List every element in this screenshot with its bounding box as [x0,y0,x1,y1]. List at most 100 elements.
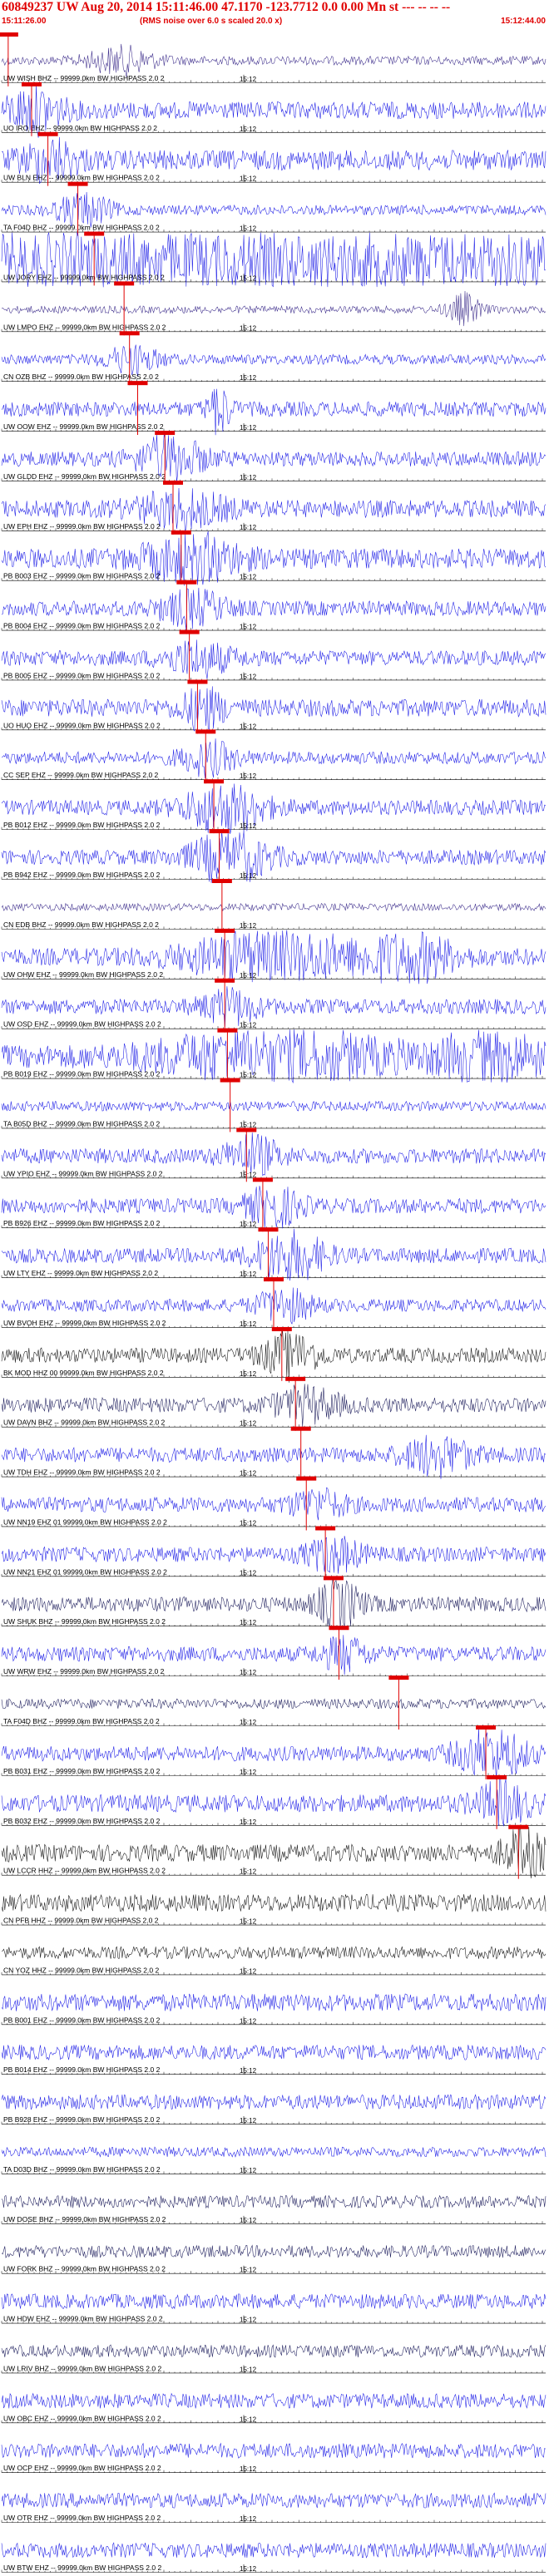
pick-flag [217,1028,238,1033]
minute-tick-label: 15:12 [240,574,257,581]
station-label: UW DOSE BHZ -- 99999.0km BW HIGHPASS 2.0… [3,2215,166,2223]
station-label: PB B004 EHZ -- 99999.0km BW HIGHPASS 2.0… [3,622,161,630]
trace-row: 15:12 CN EDB BHZ -- 99999.0km BW HIGHPASS… [1,879,547,933]
minute-tick-label: 15:12 [240,1221,257,1228]
minute-tick-label: 15:12 [240,2017,257,2025]
pick-flag [215,928,235,933]
trace-row: 15:12 UW LMPO EHZ -- 99999.0km BW HIGHPAS… [1,281,547,336]
waveform [1,2293,547,2310]
pick-flag [67,181,88,186]
trace-row: 15:12 TA B05D BHZ -- 99999.0km BW HIGHPAS… [1,1078,547,1133]
station-label: CN PFB HHZ -- 99999.0km BW HIGHPASS 2.0 … [3,1917,159,1925]
trace-row: 15:12 TA F04D BHZ -- 99999.0km BW HIGHPAS… [1,181,547,236]
pick-flag [285,1376,306,1381]
trace-row: 15:12 PB B003 EHZ -- 99999.0km BW HIGHPAS… [1,530,547,586]
trace-row: 15:12 PB B019 EHZ -- 99999.0km BW HIGHPAS… [1,1028,547,1083]
station-label: PB B032 EHZ -- 99999.0km BW HIGHPASS 2.0… [3,1817,161,1825]
minute-tick-label: 15:12 [240,1619,257,1626]
pick-flag [315,1526,336,1531]
station-label: UW NN21 EHZ 01 99999.0km BW HIGHPASS 2.0… [3,1567,167,1576]
trace-row: 15:12 PB B012 EHZ -- 99999.0km BW HIGHPAS… [1,779,547,834]
trace-row: 15:12 TA F04D BHZ -- 99999.0km BW HIGHPAS… [1,1675,547,1730]
trace-row: 15:12 UW NN21 EHZ 01 99999.0km BW HIGHPAS… [1,1526,547,1581]
minute-tick-label: 15:12 [240,723,257,730]
trace-row: 15:12 UW BVOH EHZ -- 99999.0km BW HIGHPAS… [1,1277,547,1331]
station-label: UW SHUK BHZ -- 99999.0km BW HIGHPASS 2.0… [3,1617,166,1626]
pick-flag [176,580,197,585]
station-label: UW BVOH EHZ -- 99999.0km BW HIGHPASS 2.0… [3,1319,166,1327]
minute-tick-label: 15:12 [240,2565,257,2573]
minute-tick-label: 15:12 [240,822,257,830]
waveform [1,902,547,912]
minute-tick-label: 15:12 [240,922,257,930]
station-label: PB B926 EHZ -- 99999.0km BW HIGHPASS 2.0… [3,1219,161,1227]
minute-tick-label: 15:12 [240,2515,257,2523]
trace-row: 15:12 PB B005 EHZ -- 99999.0km BW HIGHPAS… [1,629,547,684]
minute-tick-label: 15:12 [240,424,257,432]
station-label: UW TDH EHZ -- 99999.0km BW HIGHPASS 2.0 … [3,1468,161,1477]
pick-flag [271,1326,292,1331]
pick-flag [290,1426,311,1431]
station-label: UW WRW EHZ -- 99999.0km BW HIGHPASS 2.0 … [3,1667,165,1675]
station-label: PB B012 EHZ -- 99999.0km BW HIGHPASS 2.0… [3,821,161,829]
waveform [1,1993,547,2011]
station-label: UW GLDD EHZ -- 99999.0km BW HIGHPASS 2.0… [3,472,166,481]
minute-tick-label: 15:12 [240,2267,257,2274]
station-label: PB B031 EHZ -- 99999.0km BW HIGHPASS 2.0… [3,1767,161,1775]
minute-tick-label: 15:12 [240,1519,257,1527]
station-label: CC SEP EHZ -- 99999.0km BW HIGHPASS 2.0 … [3,771,159,779]
pick-flag [323,1576,344,1581]
trace-row: 15:12 CC SEP EHZ -- 99999.0km BW HIGHPASS… [1,729,547,784]
minute-tick-label: 15:12 [240,1072,257,1079]
waveform [1,1893,547,1912]
trace-row: 15:12 UW DAVN BHZ -- 99999.0km BW HIGHPAS… [1,1376,547,1431]
station-label: UW NN19 EHZ 01 99999.0km BW HIGHPASS 2.0… [3,1517,167,1526]
minute-tick-label: 15:12 [240,126,257,133]
trace-row: 15:12 UW OOW EHZ -- 99999.0km BW HIGHPASS… [1,381,547,436]
minute-tick-label: 15:12 [240,1818,257,1826]
pick-flag [171,530,191,535]
pick-flag [215,978,235,983]
trace-row: 15:12 UW BLN EHZ -- 99999.0km BW HIGHPASS… [1,131,547,186]
minute-tick-label: 15:12 [240,1719,257,1726]
waveform [1,1946,547,1960]
station-label: PB B942 EHZ -- 99999.0km BW HIGHPASS 2.0… [3,871,161,879]
minute-tick-label: 15:12 [240,772,257,780]
station-label: CN OZB BHZ -- 99999.0km BW HIGHPASS 2.0 … [3,373,159,381]
station-label: PB B019 EHZ -- 99999.0km BW HIGHPASS 2.0… [3,1070,161,1078]
pick-flag [127,381,148,386]
station-label: UW JORY EHZ -- 99999.0km BW HIGHPASS 2.0… [3,273,165,281]
station-label: PB B003 EHZ -- 99999.0km BW HIGHPASS 2.0… [3,572,161,580]
minute-tick-label: 15:12 [240,2067,257,2075]
station-label: CN EDB BHZ -- 99999.0km BW HIGHPASS 2.0 … [3,920,159,929]
minute-tick-label: 15:12 [240,972,257,980]
trace-row: 15:12 UW OHW EHZ -- 99999.0km BW HIGHPASS… [1,928,547,985]
pick-flag [388,1675,409,1680]
pick-flag [0,32,18,37]
trace-row: 15:12 TA D03D BHZ -- 99999.0km BW HIGHPAS… [1,2145,547,2174]
trace-row: 15:12 UW LRIV BHZ -- 99999.0km BW HIGHPAS… [1,2344,547,2373]
station-label: TA F04D BHZ -- 99999.0km BW HIGHPASS 2.0… [3,224,160,232]
minute-tick-label: 15:12 [240,2366,257,2373]
station-label: UW OCP EHZ -- 99999.0km BW HIGHPASS 2.0 … [3,2464,161,2472]
trace-row: 15:12 UW WRW EHZ -- 99999.0km BW HIGHPASS… [1,1626,547,1680]
station-label: TA F04D BHZ -- 99999.0km BW HIGHPASS 2.0… [3,1717,160,1725]
trace-row: 15:12 UW JORY EHZ -- 99999.0km BW HIGHPAS… [1,231,547,288]
trace-row: 15:12 UW OCP EHZ -- 99999.0km BW HIGHPASS… [1,2442,547,2473]
pick-flag [487,1774,507,1779]
pick-flag [195,729,216,734]
waveform [1,43,547,77]
waveform [1,1487,547,1521]
minute-tick-label: 15:12 [240,474,257,481]
minute-tick-label: 15:12 [240,624,257,631]
pick-flag [119,331,140,336]
trace-row: 15:12 PB B031 EHZ -- 99999.0km BW HIGHPAS… [1,1725,547,1780]
station-label: PB B928 EHZ -- 99999.0km BW HIGHPASS 2.0… [3,2115,161,2124]
pick-flag [211,879,232,883]
trace-row: 15:12 CN PFB HHZ -- 99999.0km BW HIGHPASS… [1,1893,547,1926]
minute-tick-label: 15:12 [240,1171,257,1178]
waveform [1,2392,547,2409]
station-label: UO HUO EHZ -- 99999.0km BW HIGHPASS 2.0 … [3,721,161,729]
pick-flag [476,1725,497,1730]
trace-row: 15:12 BK MOD HHZ 00 99999.0km BW HIGHPASS… [1,1326,547,1383]
